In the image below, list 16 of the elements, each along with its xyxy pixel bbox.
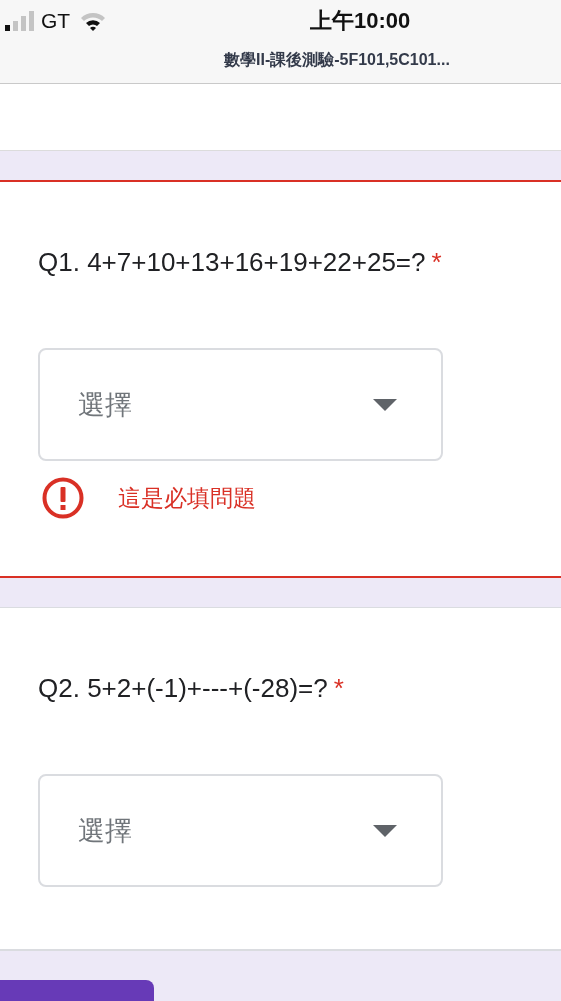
required-mark: * [333,673,344,703]
error-icon [42,477,84,519]
required-mark: * [431,247,442,277]
answer-dropdown[interactable]: 選擇 [38,774,443,887]
caret-icon [373,398,397,411]
question-text: Q1. 4+7+10+13+16+19+22+25=? [38,247,426,277]
status-time: 上午10:00 [310,7,411,35]
submit-button[interactable] [0,980,154,1001]
question-text: Q2. 5+2+(-1)+---+(-28)=? [38,673,328,703]
caret-icon [373,824,397,837]
carrier-name: GT [41,9,71,33]
page-title: 數學II-課後測驗-5F101,5C101... [224,50,450,70]
answer-dropdown[interactable]: 選擇 [38,348,443,461]
signal-icon [5,10,35,32]
wifi-icon [80,11,107,31]
error-message: 這是必填問題 [118,483,256,513]
